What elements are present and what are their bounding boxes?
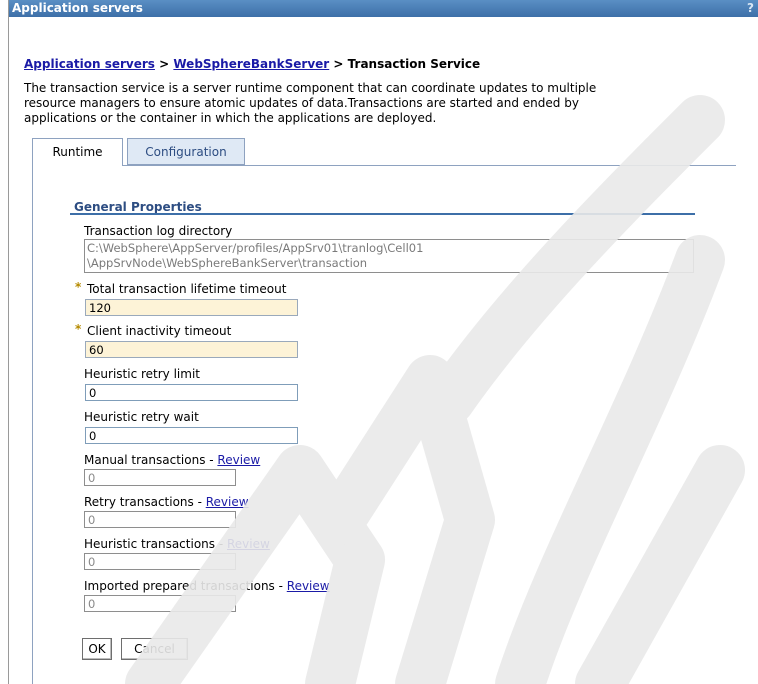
breadcrumb-server[interactable]: WebSphereBankServer: [173, 57, 329, 71]
breadcrumb-current: Transaction Service: [347, 57, 481, 71]
heuristic-transactions-label: Heuristic transactions - Review: [84, 537, 270, 551]
client-timeout-input[interactable]: [85, 341, 298, 358]
tab-runtime[interactable]: Runtime: [32, 138, 123, 166]
manual-transactions-text: Manual transactions -: [84, 453, 218, 467]
manual-transactions-field: [84, 469, 236, 486]
heuristic-review-link[interactable]: Review: [227, 537, 270, 551]
retry-transactions-text: Retry transactions -: [84, 495, 206, 509]
breadcrumb: Application servers > WebSphereBankServe…: [24, 57, 480, 71]
window-titlebar: Application servers ?: [9, 0, 758, 17]
retry-limit-input[interactable]: [85, 384, 298, 401]
heuristic-transactions-text: Heuristic transactions -: [84, 537, 227, 551]
total-timeout-label: Total transaction lifetime timeout: [87, 282, 287, 296]
retry-transactions-field: [84, 511, 236, 528]
client-timeout-label: Client inactivity timeout: [87, 324, 232, 338]
retry-wait-input[interactable]: [85, 427, 298, 444]
breadcrumb-separator: >: [154, 57, 174, 71]
required-marker-icon: *: [75, 280, 82, 294]
help-icon[interactable]: ?: [747, 1, 754, 15]
section-title: General Properties: [74, 200, 202, 214]
description-line: applications or the container in which t…: [24, 111, 437, 125]
description-line: resource managers to ensure atomic updat…: [24, 96, 579, 110]
log-dir-line: C:\WebSphere\AppServer/profiles/AppSrv01…: [87, 241, 424, 255]
imported-transactions-label: Imported prepared transactions - Review: [84, 579, 330, 593]
retry-transactions-label: Retry transactions - Review: [84, 495, 249, 509]
breadcrumb-application-servers[interactable]: Application servers: [24, 57, 155, 71]
imported-transactions-text: Imported prepared transactions -: [84, 579, 287, 593]
manual-review-link[interactable]: Review: [217, 453, 260, 467]
retry-wait-label: Heuristic retry wait: [84, 410, 199, 424]
breadcrumb-separator: >: [329, 57, 348, 71]
log-dir-field: C:\WebSphere\AppServer/profiles/AppSrv01…: [84, 239, 694, 273]
retry-review-link[interactable]: Review: [206, 495, 249, 509]
imported-review-link[interactable]: Review: [287, 579, 330, 593]
imported-transactions-field: [84, 595, 236, 612]
log-dir-label: Transaction log directory: [84, 224, 233, 238]
window-title: Application servers: [12, 1, 143, 15]
heuristic-transactions-field: [84, 553, 236, 570]
total-timeout-input[interactable]: [85, 299, 298, 316]
tab-configuration[interactable]: Configuration: [127, 138, 245, 165]
log-dir-line: \AppSrvNode\WebSphereBankServer\transact…: [87, 256, 368, 270]
ok-button[interactable]: OK: [82, 638, 112, 660]
retry-limit-label: Heuristic retry limit: [84, 367, 200, 381]
manual-transactions-label: Manual transactions - Review: [84, 453, 260, 467]
description-line: The transaction service is a server runt…: [24, 81, 597, 95]
section-divider: [70, 213, 695, 215]
required-marker-icon: *: [75, 322, 82, 336]
page-description: The transaction service is a server runt…: [24, 81, 729, 126]
cancel-button[interactable]: Cancel: [121, 638, 188, 660]
